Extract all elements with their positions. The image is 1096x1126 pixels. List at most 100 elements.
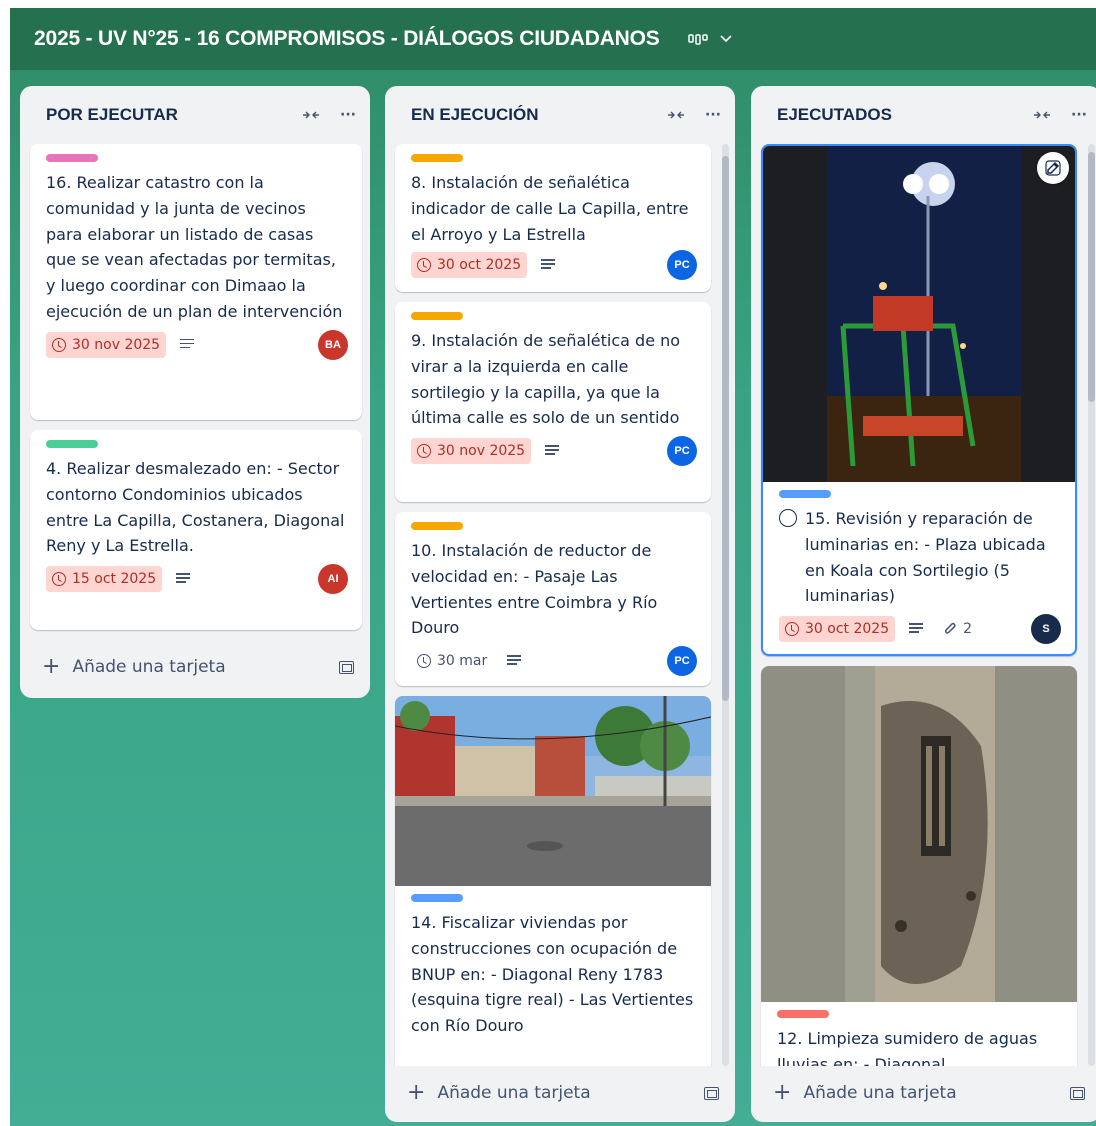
board-title[interactable]: 2025 - UV N°25 - 16 COMPROMISOS - DIÁLOG… xyxy=(34,27,660,51)
label-red[interactable] xyxy=(777,1010,829,1018)
night-playground-photo xyxy=(763,146,1075,482)
add-card-button[interactable]: + Añade una tarjeta xyxy=(751,1066,1096,1120)
label-orange[interactable] xyxy=(411,312,463,320)
label-orange[interactable] xyxy=(411,522,463,530)
card[interactable]: 9. Instalación de señalética de no virar… xyxy=(395,302,711,502)
avatar[interactable]: PC xyxy=(667,250,697,281)
template-icon[interactable] xyxy=(1070,1086,1085,1100)
due-date-badge[interactable]: 30 oct 2025 xyxy=(779,616,896,643)
board: 2025 - UV N°25 - 16 COMPROMISOS - DIÁLOG… xyxy=(10,8,1096,1126)
card-list: 8. Instalación de señalética indicador d… xyxy=(385,144,735,1066)
list-title[interactable]: EN EJECUCIÓN xyxy=(411,105,647,125)
card-title: 12. Limpieza sumidero de aguas lluvias e… xyxy=(777,1029,1038,1066)
due-date: 30 nov 2025 xyxy=(437,443,526,460)
description-icon xyxy=(545,445,560,457)
card[interactable]: 12. Limpieza sumidero de aguas lluvias e… xyxy=(761,666,1077,1066)
clock-icon xyxy=(52,572,66,587)
street-photo xyxy=(395,696,711,886)
complete-checkbox-icon[interactable] xyxy=(779,509,797,527)
clock-icon xyxy=(417,444,431,459)
card-badges: 30 mar PC xyxy=(411,646,697,677)
clock-icon xyxy=(417,258,431,273)
card-badges: 30 oct 2025 PC xyxy=(411,250,697,281)
plus-icon: + xyxy=(42,654,61,679)
card[interactable]: 8. Instalación de señalética indicador d… xyxy=(395,144,711,292)
add-card-label: Añade una tarjeta xyxy=(803,1083,957,1103)
due-date: 30 oct 2025 xyxy=(805,621,890,638)
card-title: 4. Realizar desmalezado en: - Sector con… xyxy=(46,459,345,556)
card-title: 14. Fiscalizar viviendas por construccio… xyxy=(411,913,694,1036)
card[interactable]: 16. Realizar catastro con la comunidad y… xyxy=(30,144,362,420)
template-icon[interactable] xyxy=(339,660,354,674)
card-title: 9. Instalación de señalética de no virar… xyxy=(411,331,681,428)
add-card-label: Añade una tarjeta xyxy=(72,657,226,677)
paperclip-icon xyxy=(945,623,956,634)
list-header: EJECUTADOS ··· xyxy=(751,86,1096,144)
card[interactable]: 4. Realizar desmalezado en: - Sector con… xyxy=(30,430,362,630)
edit-icon[interactable] xyxy=(1037,152,1069,184)
label-blue[interactable] xyxy=(411,894,463,902)
description-icon xyxy=(507,655,522,667)
list-en-ejecucion: EN EJECUCIÓN ··· 8. Instalación de señal… xyxy=(385,86,735,1122)
card-title: 16. Realizar catastro con la comunidad y… xyxy=(46,173,343,321)
card[interactable]: 14. Fiscalizar viviendas por construccio… xyxy=(395,696,711,1066)
chevron-down-icon xyxy=(720,35,732,43)
card-title-text: 15. Revisión y reparación de luminarias … xyxy=(805,509,1046,606)
due-date-badge[interactable]: 30 nov 2025 xyxy=(46,331,167,358)
collapse-icon[interactable] xyxy=(667,109,685,121)
card-title: 8. Instalación de señalética indicador d… xyxy=(411,173,689,244)
avatar[interactable]: AI xyxy=(318,564,348,595)
add-card-button[interactable]: + Añade una tarjeta xyxy=(20,640,370,694)
list-ejecutados: EJECUTADOS ··· 15. Revisión y reparación… xyxy=(751,86,1096,1122)
description-icon xyxy=(909,623,924,635)
due-date: 15 oct 2025 xyxy=(72,571,157,588)
list-title[interactable]: POR EJECUTAR xyxy=(46,105,282,125)
more-icon[interactable]: ··· xyxy=(1071,107,1087,123)
card[interactable]: 10. Instalación de reductor de velocidad… xyxy=(395,512,711,686)
due-date-badge[interactable]: 30 oct 2025 xyxy=(411,252,528,279)
clock-icon xyxy=(417,654,431,669)
label-blue[interactable] xyxy=(779,490,831,498)
attachment-badge: 2 xyxy=(943,621,972,637)
list-title[interactable]: EJECUTADOS xyxy=(777,105,1013,125)
board-view-icon xyxy=(687,34,708,45)
label-pink[interactable] xyxy=(46,154,98,162)
collapse-icon[interactable] xyxy=(1033,109,1051,121)
add-card-label: Añade una tarjeta xyxy=(437,1083,591,1103)
more-icon[interactable]: ··· xyxy=(340,107,356,123)
more-icon[interactable]: ··· xyxy=(705,107,721,123)
plus-icon: + xyxy=(407,1080,426,1105)
list-por-ejecutar: POR EJECUTAR ··· 16. Realizar catastro c… xyxy=(20,86,370,698)
list-header: POR EJECUTAR ··· xyxy=(20,86,370,144)
avatar[interactable]: PC xyxy=(667,436,697,467)
scrollbar[interactable] xyxy=(1088,144,1095,1066)
description-icon xyxy=(176,573,191,585)
storm-drain-photo xyxy=(761,666,1077,1002)
collapse-icon[interactable] xyxy=(302,109,320,121)
label-green[interactable] xyxy=(46,440,98,448)
due-date-badge[interactable]: 15 oct 2025 xyxy=(46,566,163,593)
label-orange[interactable] xyxy=(411,154,463,162)
card-title: 10. Instalación de reductor de velocidad… xyxy=(411,541,658,638)
template-icon[interactable] xyxy=(704,1086,719,1100)
plus-icon: + xyxy=(773,1080,792,1105)
clock-icon xyxy=(52,337,66,352)
board-view-switcher[interactable] xyxy=(687,32,732,46)
scrollbar[interactable] xyxy=(722,144,729,1066)
due-date-badge[interactable]: 30 mar xyxy=(411,648,493,674)
avatar[interactable]: S xyxy=(1031,614,1061,645)
card-badges: 30 nov 2025 PC xyxy=(411,436,697,467)
card[interactable]: 15. Revisión y reparación de luminarias … xyxy=(761,144,1077,656)
clock-icon xyxy=(785,622,799,637)
add-card-button[interactable]: + Añade una tarjeta xyxy=(385,1066,735,1120)
due-date: 30 oct 2025 xyxy=(437,257,522,274)
avatar[interactable]: PC xyxy=(667,646,697,677)
description-icon xyxy=(180,338,195,351)
list-header: EN EJECUCIÓN ··· xyxy=(385,86,735,144)
board-header: 2025 - UV N°25 - 16 COMPROMISOS - DIÁLOG… xyxy=(10,8,1096,70)
card-list: 15. Revisión y reparación de luminarias … xyxy=(751,144,1096,1066)
due-date-badge[interactable]: 30 nov 2025 xyxy=(411,438,532,465)
due-date: 30 nov 2025 xyxy=(72,336,161,353)
avatar[interactable]: BA xyxy=(318,329,348,360)
attachment-count: 2 xyxy=(963,621,973,638)
